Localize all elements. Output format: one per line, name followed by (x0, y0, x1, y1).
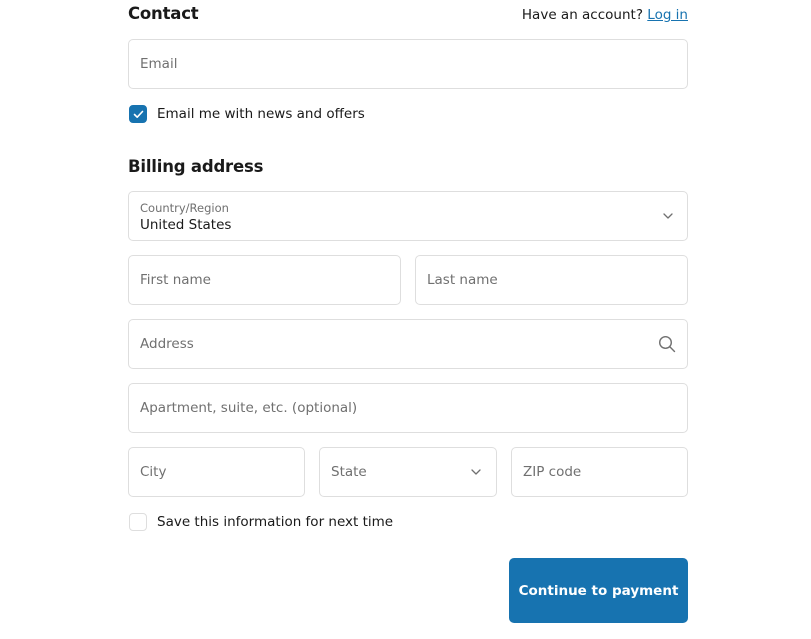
save-info-label: Save this information for next time (157, 514, 394, 530)
last-name-field[interactable]: Last name (415, 255, 688, 305)
address-placeholder: Address (140, 336, 194, 352)
city-placeholder: City (140, 464, 167, 480)
have-account-text: Have an account? (521, 7, 643, 23)
billing-heading: Billing address (128, 157, 264, 176)
newsletter-label: Email me with news and offers (157, 106, 365, 122)
address-field[interactable]: Address (128, 319, 688, 369)
contact-heading: Contact (128, 4, 199, 23)
country-select[interactable]: Country/Region United States (128, 191, 688, 241)
zip-field[interactable]: ZIP code (511, 447, 688, 497)
first-name-field[interactable]: First name (128, 255, 401, 305)
have-account-prompt: Have an account? Log in (522, 7, 688, 23)
last-name-placeholder: Last name (427, 272, 498, 288)
save-info-checkbox[interactable] (129, 513, 147, 531)
first-name-placeholder: First name (140, 272, 211, 288)
state-select[interactable]: State (319, 447, 497, 497)
chevron-down-icon (471, 469, 481, 475)
chevron-down-icon (663, 213, 673, 219)
login-link[interactable]: Log in (647, 7, 688, 23)
continue-to-payment-button[interactable]: Continue to payment (509, 558, 688, 623)
newsletter-checkbox[interactable] (129, 105, 147, 123)
checkmark-icon (133, 110, 143, 118)
apartment-placeholder: Apartment, suite, etc. (optional) (140, 400, 358, 416)
city-field[interactable]: City (128, 447, 305, 497)
email-placeholder: Email (140, 56, 178, 72)
search-icon[interactable] (658, 335, 676, 353)
country-label: Country/Region (140, 201, 229, 215)
zip-placeholder: ZIP code (523, 464, 582, 480)
email-field[interactable]: Email (128, 39, 688, 89)
state-placeholder: State (331, 464, 367, 480)
country-value: United States (140, 217, 232, 233)
apartment-field[interactable]: Apartment, suite, etc. (optional) (128, 383, 688, 433)
